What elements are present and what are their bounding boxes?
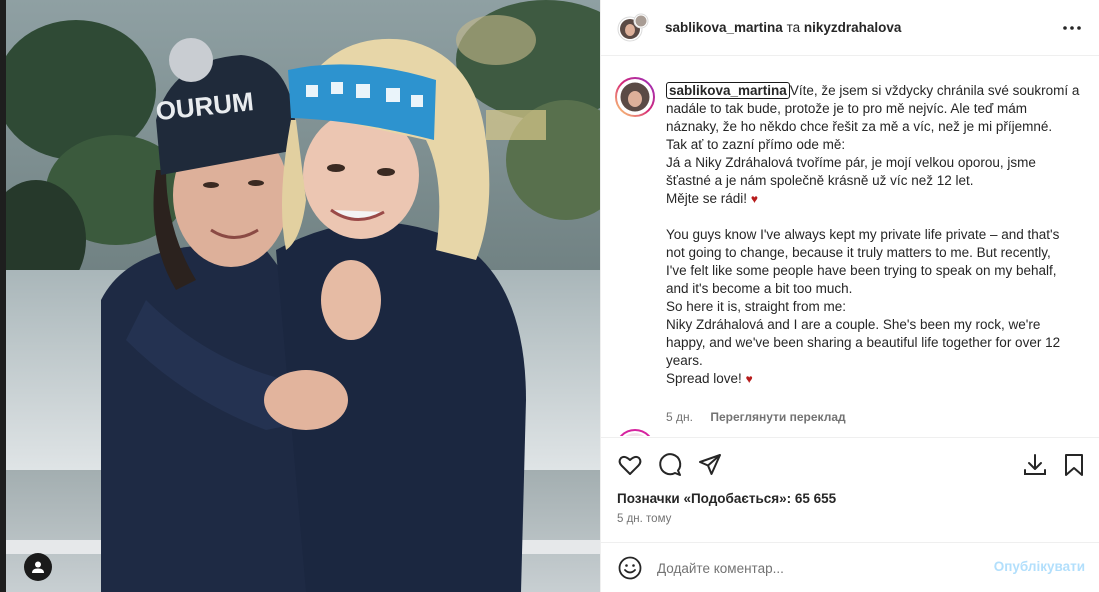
caption-username[interactable]: sablikova_martina [666, 82, 790, 99]
post-photo[interactable]: OURUM [6, 0, 600, 592]
post-header: sablikova_martina та nikyzdrahalova [601, 0, 1099, 56]
caption-line: years. [666, 353, 703, 368]
caption-line: happy, and we've been sharing a beautifu… [666, 335, 1061, 350]
caption-line: Tak ať to zazní přímo ode mě: [666, 137, 846, 152]
likes-count[interactable]: Позначки «Подобається»: 65 655 [617, 491, 836, 506]
caption-line: not going to change, because it truly ma… [666, 245, 1051, 260]
next-comment-avatar[interactable] [615, 429, 655, 436]
emoji-icon[interactable] [617, 555, 643, 581]
comment-icon[interactable] [657, 452, 683, 478]
caption-line: You guys know I've always kept my privat… [666, 227, 1060, 242]
more-options-button[interactable] [1062, 18, 1082, 38]
caption-line: and it's become a bit too much. [666, 281, 853, 296]
caption-line-text: Víte, že jsem si vždycky chránila své so… [789, 83, 1080, 98]
post-actions [601, 437, 1099, 492]
post-side-panel: sablikova_martina та nikyzdrahalova sabl… [600, 0, 1099, 592]
caption-line: Spread love! ♥ [666, 370, 1082, 388]
caption-line: šťastné a je nám společně krásně už víc … [666, 173, 974, 188]
caption-line-text: Mějte se rádi! [666, 191, 748, 206]
coauthor-link[interactable]: nikyzdrahalova [804, 20, 902, 35]
heart-emoji-icon: ♥ [745, 372, 753, 386]
caption-line-text: Spread love! [666, 371, 742, 386]
heart-icon[interactable] [617, 452, 643, 478]
caption-line: Mějte se rádi! ♥ [666, 190, 1082, 208]
post-authors: sablikova_martina та nikyzdrahalova [665, 20, 901, 35]
photo-illustration: OURUM [6, 0, 600, 592]
caption-line: Niky Zdráhalová and I are a couple. She'… [666, 317, 1041, 332]
author-link[interactable]: sablikova_martina [665, 20, 783, 35]
caption-line: I've felt like some people have been try… [666, 263, 1057, 278]
author-joiner: та [786, 20, 801, 35]
comments-area[interactable]: sablikova_martina Víte, že jsem si vždyck… [601, 57, 1099, 436]
caption-line: nadále to tak bude, protože je to pro mě… [666, 101, 1027, 116]
share-icon[interactable] [697, 452, 723, 478]
caption-line: sablikova_martina Víte, že jsem si vždyck… [666, 82, 1082, 100]
heart-emoji-icon: ♥ [750, 192, 758, 206]
caption-avatar[interactable] [615, 77, 655, 117]
user-icon [32, 561, 44, 573]
tagged-users-button[interactable] [24, 553, 52, 581]
caption-meta: 5 дн. Переглянути переклад [666, 410, 846, 424]
caption-text: sablikova_martina Víte, že jsem si vždyck… [666, 82, 1082, 388]
comment-composer: Опублікувати [601, 542, 1099, 592]
publish-comment-button[interactable]: Опублікувати [994, 559, 1085, 574]
more-horizontal-icon [1063, 26, 1081, 30]
bookmark-icon[interactable] [1061, 452, 1087, 478]
comment-input[interactable] [657, 557, 977, 579]
caption-age: 5 дн. [666, 410, 693, 424]
caption-line: Já a Niky Zdráhalová tvoříme pár, je moj… [666, 155, 1036, 170]
caption-line: So here it is, straight from me: [666, 299, 847, 314]
caption-line: náznaky, že ho někdo chce řešit za mě a … [666, 119, 1053, 134]
header-avatar[interactable] [617, 12, 649, 44]
download-icon[interactable] [1022, 452, 1048, 478]
post-timestamp[interactable]: 5 дн. тому [617, 513, 671, 525]
see-translation-button[interactable]: Переглянути переклад [710, 410, 845, 424]
